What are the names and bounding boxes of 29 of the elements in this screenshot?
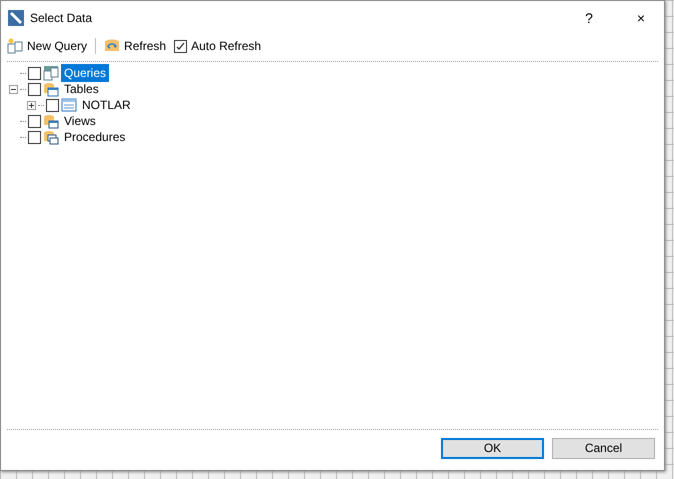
auto-refresh-checkbox[interactable] xyxy=(174,40,188,52)
new-query-button[interactable]: New Query xyxy=(5,38,90,54)
window-title: Select Data xyxy=(30,11,94,25)
database-view-icon xyxy=(43,113,59,129)
query-icon xyxy=(43,65,59,81)
ok-button[interactable]: OK xyxy=(441,438,544,458)
checkbox-label: Auto Refresh xyxy=(191,39,262,53)
checkbox[interactable] xyxy=(28,66,41,80)
checkbox[interactable] xyxy=(46,98,59,112)
refresh-button[interactable]: Refresh xyxy=(102,38,168,54)
checkbox[interactable] xyxy=(28,130,41,144)
refresh-icon xyxy=(104,38,120,54)
database-table-icon xyxy=(43,81,59,97)
new-query-icon xyxy=(7,38,23,54)
help-button[interactable]: ? xyxy=(566,1,612,35)
cancel-button[interactable]: Cancel xyxy=(552,438,655,458)
app-icon xyxy=(8,10,24,26)
table-icon xyxy=(61,98,77,112)
tree-item[interactable]: Tables xyxy=(61,80,102,98)
checkbox[interactable] xyxy=(28,82,41,96)
collapse-icon[interactable] xyxy=(9,84,18,94)
tree-item[interactable]: Queries xyxy=(61,64,110,82)
tree-item[interactable]: Views xyxy=(61,112,99,130)
checkbox[interactable] xyxy=(28,114,41,128)
close-button[interactable]: × xyxy=(618,1,664,35)
expand-icon[interactable] xyxy=(27,100,36,110)
tree-item[interactable]: Procedures xyxy=(61,128,128,146)
database-procedure-icon xyxy=(43,129,59,145)
tree-item[interactable]: NOTLAR xyxy=(79,96,134,114)
